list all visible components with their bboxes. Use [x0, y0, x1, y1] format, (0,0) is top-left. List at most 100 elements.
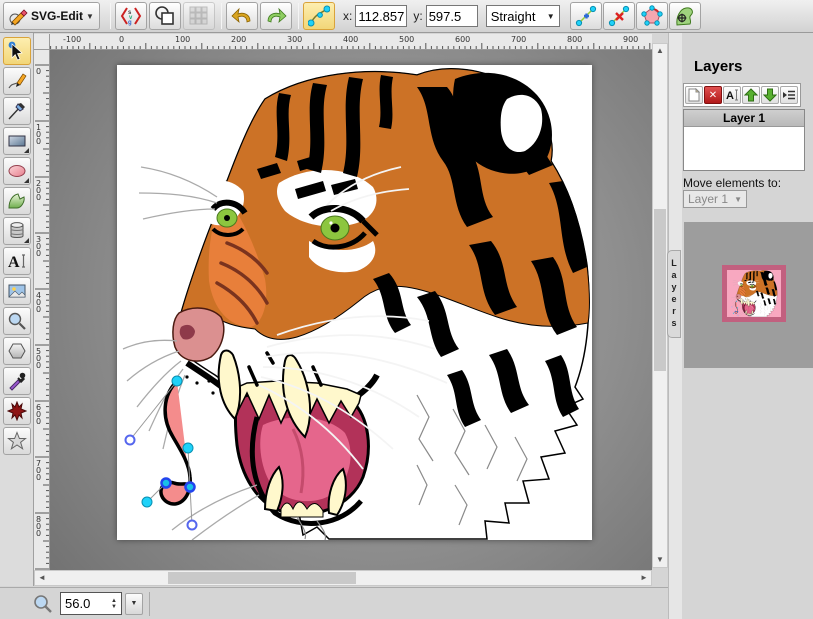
pencil-icon [7, 71, 27, 91]
scroll-right-arrow[interactable]: ► [637, 571, 651, 585]
main-menu-button[interactable]: SVG-Edit ▼ [3, 2, 100, 30]
redo-button[interactable] [260, 2, 292, 30]
path-edit-icon [308, 5, 330, 27]
open-path-icon [641, 5, 663, 27]
layers-tab-label: Layers [669, 258, 679, 330]
source-code-button[interactable]: s v g [115, 2, 147, 30]
svg-text:300: 300 [36, 235, 41, 258]
zoom-tool-button[interactable] [3, 307, 31, 335]
starburst-shape-button[interactable] [3, 397, 31, 425]
svg-text:100: 100 [175, 35, 190, 44]
eyedropper-tool-button[interactable] [3, 367, 31, 395]
bottom-bar-separator [149, 592, 150, 616]
rectangle-tool-button[interactable] [3, 127, 31, 155]
layer-row-selected[interactable]: Layer 1 [684, 110, 804, 127]
rectangle-icon [7, 131, 27, 151]
toolbar-separator [298, 3, 299, 29]
ellipse-tool-button[interactable] [3, 157, 31, 185]
scroll-up-arrow[interactable]: ▲ [653, 44, 667, 58]
svg-text:A: A [8, 254, 20, 271]
move-elements-label: Move elements to: [683, 176, 781, 190]
path-nodes[interactable] [126, 376, 197, 530]
layer-preview-box [684, 222, 813, 368]
delete-layer-button[interactable]: ✕ [704, 86, 722, 104]
svg-canvas[interactable] [117, 65, 592, 540]
polygon-tool-button[interactable] [3, 337, 31, 365]
path-edit-mode-button[interactable] [303, 2, 335, 30]
select-tool-button[interactable] [3, 37, 31, 65]
delete-node-button[interactable] [603, 2, 635, 30]
rename-layer-icon: A [725, 88, 739, 102]
workspace[interactable] [50, 50, 652, 570]
line-tool-button[interactable] [3, 97, 31, 125]
move-layer-up-button[interactable] [742, 86, 760, 104]
new-layer-button[interactable] [685, 86, 703, 104]
ellipse-icon [7, 161, 27, 181]
edited-path[interactable] [126, 376, 197, 530]
add-subpath-icon [674, 5, 696, 27]
wireframe-grid-button[interactable] [183, 2, 215, 30]
svg-text:-100: -100 [63, 35, 81, 44]
add-node-icon [575, 5, 597, 27]
clone-node-button[interactable] [570, 2, 602, 30]
svg-text:800: 800 [567, 35, 582, 44]
horizontal-scrollbar[interactable]: ◄ ► [34, 570, 652, 586]
vertical-scrollbar[interactable]: ▲ ▼ [652, 43, 668, 568]
y-coordinate-input[interactable] [426, 5, 478, 27]
horizontal-scroll-thumb[interactable] [168, 572, 356, 584]
shape-library-button[interactable] [3, 217, 31, 245]
image-tool-button[interactable] [3, 277, 31, 305]
text-tool-button[interactable]: A [3, 247, 31, 275]
layer-thumbnail-art [727, 270, 781, 317]
segment-type-caret-icon: ▼ [547, 12, 555, 21]
svg-text:500: 500 [399, 35, 414, 44]
svg-text:700: 700 [36, 459, 41, 482]
zoom-level-field: ▲ ▼ [60, 592, 122, 615]
top-toolbar: SVG-Edit ▼ s v g [0, 0, 813, 33]
zoom-level-input[interactable] [61, 596, 107, 611]
rename-layer-button[interactable]: A [723, 86, 741, 104]
ruler-corner [34, 34, 50, 50]
layer-menu-button[interactable] [780, 86, 798, 104]
add-subpath-button[interactable] [669, 2, 701, 30]
pencil-tool-button[interactable] [3, 67, 31, 95]
layer-down-icon [763, 88, 777, 102]
bottom-bar: ▲ ▼ ▼ [0, 587, 668, 619]
svg-text:500: 500 [36, 347, 41, 370]
hexagon-icon [7, 341, 27, 361]
horizontal-ruler: -10001002003004005006007008009001000 [50, 34, 652, 50]
zoom-spinner[interactable]: ▲ ▼ [107, 598, 121, 610]
star-tool-button[interactable] [3, 427, 31, 455]
svg-text:200: 200 [231, 35, 246, 44]
eyedropper-icon [7, 371, 27, 391]
x-coordinate-input[interactable] [355, 5, 407, 27]
svg-text:900: 900 [623, 35, 638, 44]
scroll-left-arrow[interactable]: ◄ [35, 571, 49, 585]
undo-icon [231, 5, 253, 27]
zoom-indicator-icon [32, 593, 54, 615]
segment-type-value: Straight [491, 9, 536, 24]
document-properties-button[interactable] [149, 2, 181, 30]
move-layer-down-button[interactable] [761, 86, 779, 104]
path-tool-button[interactable] [3, 187, 31, 215]
menu-caret-icon: ▼ [86, 12, 94, 21]
zoom-spinner-down-icon[interactable]: ▼ [111, 604, 117, 610]
move-elements-select[interactable]: Layer 1 ▼ [683, 190, 747, 208]
zoom-dropdown-caret-icon: ▼ [131, 600, 138, 607]
open-close-path-button[interactable] [636, 2, 668, 30]
new-layer-icon [687, 88, 701, 102]
undo-button[interactable] [226, 2, 258, 30]
zoom-preset-dropdown[interactable]: ▼ [125, 593, 143, 615]
layers-title: Layers [694, 58, 742, 75]
redo-icon [265, 5, 287, 27]
scroll-down-arrow[interactable]: ▼ [653, 553, 667, 567]
x-coordinate-label: x: [343, 9, 352, 23]
vertical-scroll-thumb[interactable] [654, 209, 666, 371]
layers-collapse-tab[interactable]: Layers [667, 250, 681, 338]
layer-menu-icon [782, 88, 796, 102]
drawing [117, 65, 592, 540]
svg-text:800: 800 [36, 515, 41, 538]
delete-node-icon [608, 5, 630, 27]
layer-list: Layer 1 [683, 109, 805, 171]
segment-type-select[interactable]: Straight ▼ [486, 5, 560, 27]
